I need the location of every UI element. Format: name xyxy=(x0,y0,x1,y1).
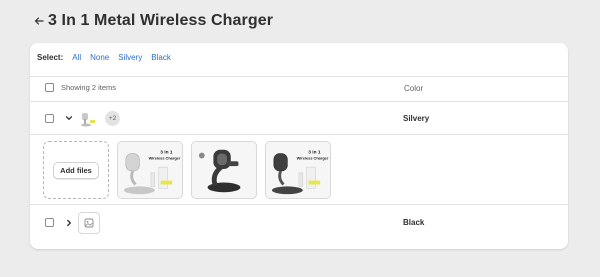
image-caption-line2: Wireless Charger xyxy=(297,156,329,160)
variant-media-row: Add files 3 in 1 Wireless Charger 3 in 1… xyxy=(30,134,568,204)
variants-card: Select: All None Silvery Black Showing 2… xyxy=(30,43,568,249)
showing-count: Showing 2 items xyxy=(61,83,117,92)
color-column-header: Color xyxy=(404,84,424,93)
select-label: Select: xyxy=(37,53,64,62)
page-header: 3 In 1 Metal Wireless Charger xyxy=(32,10,273,32)
charger-product-image: 3 in 1 Wireless Charger xyxy=(266,142,330,198)
select-filter: Select: All None Silvery Black xyxy=(37,53,180,62)
media-image-3[interactable]: 3 in 1 Wireless Charger xyxy=(265,141,331,199)
select-none-link[interactable]: None xyxy=(90,53,109,62)
add-files-dropzone[interactable]: Add files xyxy=(43,141,109,199)
image-caption-line2: Wireless Charger xyxy=(149,156,181,160)
select-all-link[interactable]: All xyxy=(72,53,81,62)
variant-checkbox[interactable] xyxy=(45,114,54,123)
table-header-row: Showing 2 items Color xyxy=(30,76,568,99)
media-image-1[interactable]: 3 in 1 Wireless Charger xyxy=(117,141,183,199)
arrow-left-icon xyxy=(34,17,44,25)
variant-color-name: Silvery xyxy=(403,114,430,123)
charger-product-image xyxy=(192,142,256,198)
back-button[interactable] xyxy=(32,12,46,30)
add-files-button[interactable]: Add files xyxy=(53,161,99,179)
image-placeholder-icon xyxy=(84,218,94,228)
variant-checkbox[interactable] xyxy=(45,218,54,227)
collapse-toggle[interactable] xyxy=(64,112,74,124)
variant-thumbnail[interactable] xyxy=(79,110,97,128)
variant-color-name: Black xyxy=(403,218,425,227)
image-caption-line1: 3 in 1 xyxy=(308,150,321,156)
select-black-link[interactable]: Black xyxy=(151,53,171,62)
media-image-2[interactable] xyxy=(191,141,257,199)
chevron-down-icon xyxy=(65,116,73,120)
charger-product-image: 3 in 1 Wireless Charger xyxy=(118,142,182,198)
chevron-right-icon xyxy=(67,219,71,227)
more-images-badge: +2 xyxy=(105,111,120,126)
select-all-checkbox[interactable] xyxy=(45,83,54,92)
variant-row-black[interactable]: Black xyxy=(30,204,568,240)
page-title: 3 In 1 Metal Wireless Charger xyxy=(48,12,274,29)
expand-toggle[interactable] xyxy=(64,217,74,229)
add-image-thumbnail[interactable] xyxy=(78,212,100,234)
image-caption-line1: 3 in 1 xyxy=(160,150,173,156)
variant-row-silvery[interactable]: +2 Silvery xyxy=(30,101,568,134)
select-silvery-link[interactable]: Silvery xyxy=(118,53,142,62)
